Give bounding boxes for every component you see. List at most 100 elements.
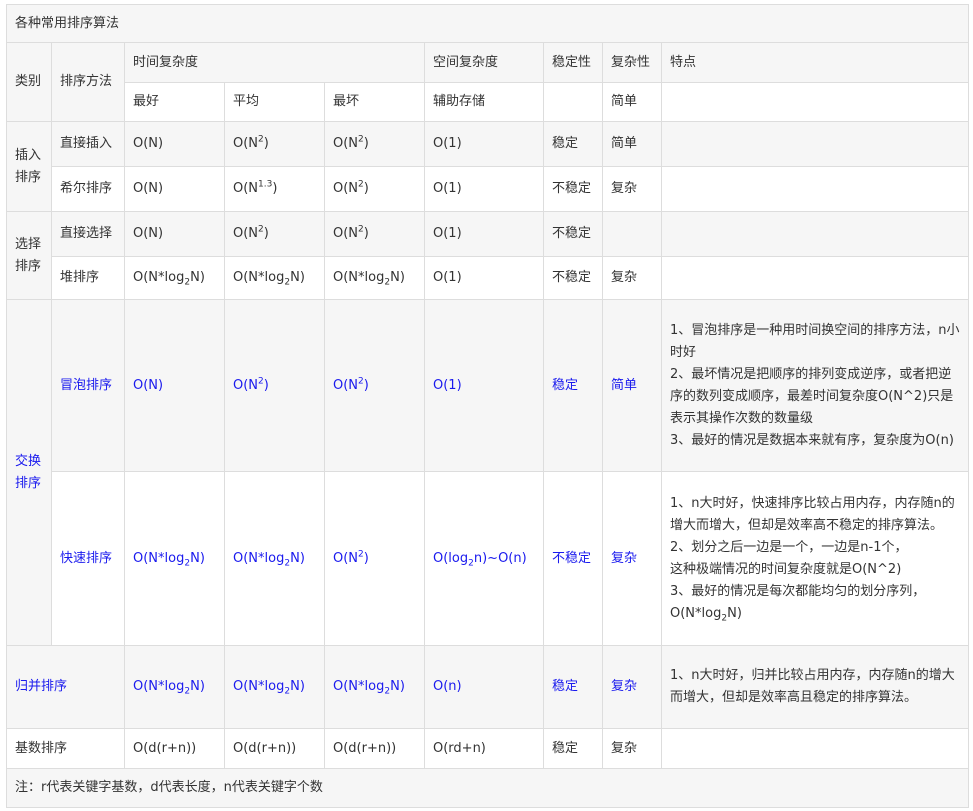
feature-line: 1、n大时好，归并比较占用内存，内存随n的增大而增大，但却是效率高且稳定的排序算…	[670, 668, 955, 705]
table-row: 堆排序 O(N*log2N) O(N*log2N) O(N*log2N) O(1…	[7, 256, 970, 300]
complexity-value: 复杂	[602, 471, 662, 646]
header-row: 类别 排序方法 时间复杂度 空间复杂度 稳定性 复杂性 特点	[6, 42, 970, 122]
average-case: O(N1.3)	[224, 166, 325, 212]
header-method: 排序方法	[51, 42, 125, 122]
features-empty	[660, 121, 970, 167]
features-text: 1、冒泡排序是一种用时间换空间的排序方法，n小时好 2、最坏情况是把顺序的排列变…	[660, 299, 970, 472]
features-empty	[660, 211, 970, 257]
table-row: 归并排序 O(N*log2N) O(N*log2N) O(N*log2N) O(…	[6, 645, 970, 729]
stability-value: 不稳定	[543, 166, 603, 212]
complexity-value: 复杂	[602, 256, 662, 300]
space-case: O(1)	[424, 256, 544, 300]
header-complexity: 复杂性	[602, 42, 662, 83]
method-name: 冒泡排序	[51, 299, 125, 472]
space-case: O(1)	[424, 121, 544, 167]
feature-line: 这种极端情况的时间复杂度就是O(N^2)	[670, 561, 902, 577]
method-name: 基数排序	[6, 728, 125, 769]
complexity-empty	[602, 211, 662, 257]
feature-line: 1、n大时好，快速排序比较占用内存，内存随n的增大而增大，但却是效率高不稳定的排…	[670, 495, 955, 533]
space-case: O(log2n)~O(n)	[424, 471, 544, 646]
best-case: O(N*log2N)	[124, 645, 225, 729]
space-case: O(1)	[424, 211, 544, 257]
features-text: 1、n大时好，快速排序比较占用内存，内存随n的增大而增大，但却是效率高不稳定的排…	[660, 471, 970, 646]
complexity-value: 复杂	[602, 166, 662, 212]
best-case: O(N*log2N)	[124, 471, 225, 646]
header-features-empty	[660, 82, 970, 122]
complexity-value: 简单	[602, 121, 662, 167]
worst-case: O(N2)	[324, 299, 425, 472]
stability-value: 稳定	[543, 299, 603, 472]
features-text: 1、n大时好，归并比较占用内存，内存随n的增大而增大，但却是效率高且稳定的排序算…	[660, 645, 970, 729]
header-average: 平均	[224, 82, 325, 122]
worst-case: O(N2)	[324, 471, 425, 646]
average-case: O(N2)	[224, 299, 325, 472]
average-case: O(N*log2N)	[224, 256, 325, 300]
note-row: 注：r代表关键字基数，d代表长度，n代表关键字个数	[5, 768, 970, 808]
header-simple: 简单	[602, 82, 662, 122]
header-time-complexity: 时间复杂度	[124, 42, 425, 83]
feature-line: 1、冒泡排序是一种用时间换空间的排序方法，n小时好	[670, 322, 960, 360]
worst-case: O(N2)	[324, 121, 425, 167]
table-row: 希尔排序 O(N) O(N1.3) O(N2) O(1) 不稳定 复杂	[7, 166, 970, 212]
stability-value: 不稳定	[543, 256, 603, 300]
complexity-value: 简单	[602, 299, 662, 472]
table-caption: 各种常用排序算法	[5, 4, 970, 43]
worst-case: O(N*log2N)	[324, 256, 425, 300]
method-name: 直接选择	[51, 211, 125, 257]
space-case: O(rd+n)	[424, 728, 544, 769]
worst-case: O(d(r+n))	[324, 728, 425, 769]
stability-value: 不稳定	[543, 211, 603, 257]
table-row: 快速排序 O(N*log2N) O(N*log2N) O(N2) O(log2n…	[7, 471, 970, 646]
table-row: 交换排序 冒泡排序 O(N) O(N2) O(N2) O(1) 稳定 简单 1、…	[6, 299, 970, 646]
worst-case: O(N2)	[324, 166, 425, 212]
feature-line: O(N*log2N)	[670, 605, 742, 624]
feature-line: 3、最好的情况是数据本来就有序，复杂度为O(n)	[670, 432, 954, 448]
complexity-value: 复杂	[602, 645, 662, 729]
header-worst: 最坏	[324, 82, 425, 122]
best-case: O(N*log2N)	[124, 256, 225, 300]
stability-value: 稳定	[543, 645, 603, 729]
method-name: 直接插入	[51, 121, 125, 167]
average-case: O(d(r+n))	[224, 728, 325, 769]
method-name: 归并排序	[6, 645, 125, 729]
features-empty	[660, 166, 970, 212]
method-name: 堆排序	[51, 256, 125, 300]
average-case: O(N*log2N)	[224, 645, 325, 729]
table-row: 选择排序 直接选择 O(N) O(N2) O(N2) O(1) 不稳定	[6, 211, 970, 300]
best-case: O(N)	[124, 211, 225, 257]
header-space-complexity: 空间复杂度	[424, 42, 544, 83]
space-case: O(1)	[424, 166, 544, 212]
header-stability: 稳定性	[543, 42, 603, 83]
group-selection: 选择排序	[6, 211, 52, 300]
best-case: O(N)	[124, 166, 225, 212]
table-row: 插入排序 直接插入 O(N) O(N2) O(N2) O(1) 稳定 简单	[6, 121, 970, 212]
space-case: O(1)	[424, 299, 544, 472]
feature-line: 2、最坏情况是把顺序的排列变成逆序，或者把逆序的数列变成顺序，最差时间复杂度O(…	[670, 366, 954, 426]
worst-case: O(N2)	[324, 211, 425, 257]
header-category: 类别	[6, 42, 52, 122]
sorting-algorithms-table: 各种常用排序算法 类别 排序方法 时间复杂度 空间复杂度 稳定性 复杂性 特点 …	[5, 4, 970, 808]
subheader-row: 最好 平均 最坏 辅助存储 简单	[7, 82, 970, 122]
average-case: O(N2)	[224, 211, 325, 257]
features-empty	[660, 256, 970, 300]
group-insertion: 插入排序	[6, 121, 52, 212]
header-stability-empty	[543, 82, 603, 122]
header-aux-storage: 辅助存储	[424, 82, 544, 122]
stability-value: 不稳定	[543, 471, 603, 646]
stability-value: 稳定	[543, 121, 603, 167]
feature-line: 2、划分之后一边是一个，一边是n-1个，	[670, 539, 908, 555]
average-case: O(N2)	[224, 121, 325, 167]
complexity-value: 复杂	[602, 728, 662, 769]
features-empty	[660, 728, 970, 769]
best-case: O(d(r+n))	[124, 728, 225, 769]
space-case: O(n)	[424, 645, 544, 729]
table-row: 基数排序 O(d(r+n)) O(d(r+n)) O(d(r+n)) O(rd+…	[6, 728, 970, 769]
header-features: 特点	[660, 42, 970, 83]
caption-row: 各种常用排序算法	[5, 4, 970, 43]
best-case: O(N)	[124, 121, 225, 167]
header-best: 最好	[124, 82, 225, 122]
feature-line: 3、最好的情况是每次都能均匀的划分序列，	[670, 583, 926, 599]
method-name: 快速排序	[51, 471, 125, 646]
group-exchange: 交换排序	[6, 299, 52, 646]
stability-value: 稳定	[543, 728, 603, 769]
